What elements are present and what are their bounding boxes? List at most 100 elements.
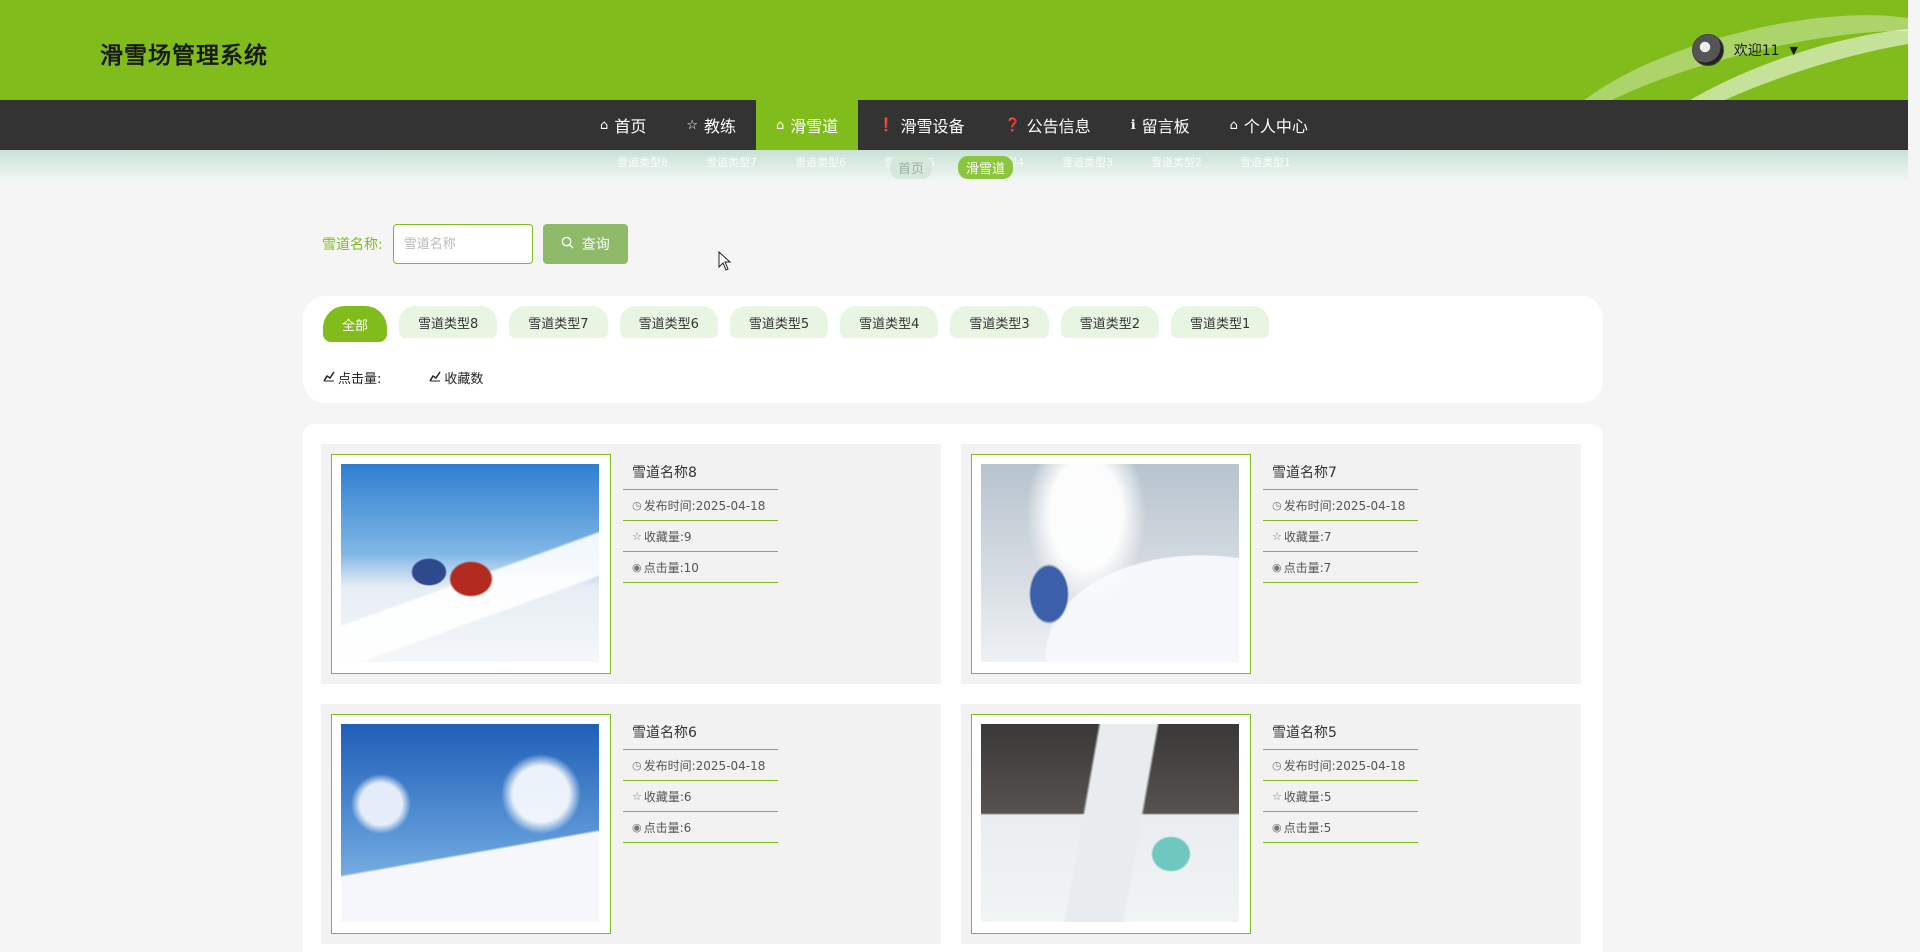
bag-icon: ⌂ <box>776 117 785 133</box>
sort-label: 收藏数 <box>444 372 484 387</box>
home-icon: ⌂ <box>1229 117 1238 133</box>
nav-item-ski-trail[interactable]: ⌂ 滑雪道 <box>756 100 859 150</box>
trail-card: 雪道名称5 ◷ 发布时间:2025-04-18 ☆ 收藏量:5 ◉ 点击量:5 <box>961 704 1581 944</box>
welcome-text[interactable]: 欢迎11 <box>1734 40 1780 60</box>
search-button[interactable]: 查询 <box>542 224 628 264</box>
tab-type-3[interactable]: 雪道类型3 <box>950 306 1049 338</box>
click-count-text: 点击量:7 <box>1283 561 1332 575</box>
nav-item-label: 滑雪设备 <box>900 117 965 136</box>
eye-icon: ◉ <box>1272 821 1282 834</box>
trail-name[interactable]: 雪道名称5 <box>1263 718 1418 750</box>
click-count: ◉ 点击量:10 <box>623 552 778 583</box>
nav-item-label: 个人中心 <box>1243 117 1308 136</box>
trail-list: 雪道名称8 ◷ 发布时间:2025-04-18 ☆ 收藏量:9 ◉ 点击量:10 雪道… <box>303 424 1603 952</box>
trail-image-frame[interactable] <box>331 714 611 934</box>
tab-type-6[interactable]: 雪道类型6 <box>619 306 718 338</box>
type-tabs: 全部 雪道类型8 雪道类型7 雪道类型6 雪道类型5 雪道类型4 雪道类型3 雪… <box>323 306 1270 342</box>
ghost-type: 雪道类型8 <box>617 156 668 169</box>
trail-info: 雪道名称8 ◷ 发布时间:2025-04-18 ☆ 收藏量:9 ◉ 点击量:10 <box>623 458 778 583</box>
trail-name[interactable]: 雪道名称6 <box>623 718 778 750</box>
favorite-count-text: 收藏量:6 <box>643 790 692 804</box>
tab-type-8[interactable]: 雪道类型8 <box>399 306 498 338</box>
sort-by-favorites[interactable]: 收藏数 <box>429 368 483 387</box>
tab-type-4[interactable]: 雪道类型4 <box>840 306 939 338</box>
favorite-count: ☆ 收藏量:5 <box>1263 781 1418 812</box>
trail-image-frame[interactable] <box>971 454 1251 674</box>
trail-info: 雪道名称6 ◷ 发布时间:2025-04-18 ☆ 收藏量:6 ◉ 点击量:6 <box>623 718 778 843</box>
publish-time-text: 发布时间:2025-04-18 <box>1283 759 1406 773</box>
ghost-type: 雪道类型6 <box>795 156 846 169</box>
star-icon: ☆ <box>686 117 698 133</box>
click-count-text: 点击量:5 <box>1283 821 1332 835</box>
nav-item-label: 教练 <box>703 117 736 136</box>
tab-type-7[interactable]: 雪道类型7 <box>509 306 608 338</box>
publish-time: ◷ 发布时间:2025-04-18 <box>1263 490 1418 521</box>
trail-card: 雪道名称6 ◷ 发布时间:2025-04-18 ☆ 收藏量:6 ◉ 点击量:6 <box>321 704 941 944</box>
nav-item-home[interactable]: ⌂ 首页 <box>580 100 666 150</box>
ghost-type: 雪道类型3 <box>1062 156 1113 169</box>
nav-item-profile[interactable]: ⌂ 个人中心 <box>1210 100 1328 150</box>
ghost-type: 雪道类型7 <box>706 156 757 169</box>
clock-icon: ◷ <box>632 499 642 512</box>
trail-image <box>981 464 1239 662</box>
nav-item-label: 首页 <box>614 117 647 136</box>
chevron-down-icon[interactable]: ▼ <box>1790 44 1798 57</box>
trail-image-frame[interactable] <box>971 714 1251 934</box>
star-icon: ☆ <box>1272 790 1282 803</box>
main-nav: ⌂ 首页 ☆ 教练 ⌂ 滑雪道 ❗ 滑雪设备 ❓ 公告信息 ℹ 留言板 ⌂ 个人… <box>0 100 1908 150</box>
trail-image-frame[interactable] <box>331 454 611 674</box>
avatar[interactable] <box>1691 34 1724 66</box>
nav-item-coach[interactable]: ☆ 教练 <box>666 100 756 150</box>
search-button-label: 查询 <box>581 237 610 253</box>
tab-all[interactable]: 全部 <box>323 306 388 342</box>
search-label: 雪道名称: <box>322 237 383 253</box>
trail-card: 雪道名称8 ◷ 发布时间:2025-04-18 ☆ 收藏量:9 ◉ 点击量:10 <box>321 444 941 684</box>
search-bar: 雪道名称: 查询 <box>322 224 628 264</box>
star-icon: ☆ <box>632 530 642 543</box>
clock-icon: ◷ <box>1272 759 1282 772</box>
trail-info: 雪道名称7 ◷ 发布时间:2025-04-18 ☆ 收藏量:7 ◉ 点击量:7 <box>1263 458 1418 583</box>
click-count: ◉ 点击量:7 <box>1263 552 1418 583</box>
chart-icon <box>323 371 335 385</box>
trail-name[interactable]: 雪道名称8 <box>623 458 778 490</box>
chart-icon <box>429 371 442 385</box>
sort-label: 点击量: <box>338 372 382 387</box>
sort-by-clicks[interactable]: 点击量: <box>323 368 381 387</box>
breadcrumb-home[interactable]: 首页 <box>890 156 933 179</box>
nav-item-notice[interactable]: ❓ 公告信息 <box>984 100 1110 150</box>
ghost-type: 雪道类型2 <box>1151 156 1202 169</box>
breadcrumb-band: 雪道类型8 雪道类型7 雪道类型6 雪道类型5 雪道类型4 雪道类型3 雪道类型… <box>0 150 1908 182</box>
click-count: ◉ 点击量:5 <box>1263 812 1418 843</box>
site-title: 滑雪场管理系统 <box>100 43 268 69</box>
breadcrumb: 首页 滑雪道 <box>890 156 1014 179</box>
tab-type-5[interactable]: 雪道类型5 <box>729 306 829 338</box>
ghost-type: 雪道类型1 <box>1240 156 1291 169</box>
favorite-count: ☆ 收藏量:7 <box>1263 521 1418 552</box>
user-menu[interactable]: 欢迎11 ▼ <box>1691 34 1798 66</box>
nav-item-message-board[interactable]: ℹ 留言板 <box>1111 100 1210 150</box>
info-icon: ℹ <box>1130 117 1136 133</box>
trail-image <box>981 724 1239 922</box>
nav-item-equipment[interactable]: ❗ 滑雪设备 <box>858 100 984 150</box>
nav-item-label: 滑雪道 <box>790 117 839 136</box>
eye-icon: ◉ <box>1272 561 1282 574</box>
trail-card: 雪道名称7 ◷ 发布时间:2025-04-18 ☆ 收藏量:7 ◉ 点击量:7 <box>961 444 1581 684</box>
filter-panel: 全部 雪道类型8 雪道类型7 雪道类型6 雪道类型5 雪道类型4 雪道类型3 雪… <box>303 296 1603 403</box>
alert-icon: ❗ <box>878 117 895 133</box>
home-icon: ⌂ <box>600 117 609 133</box>
question-icon: ❓ <box>1004 117 1021 133</box>
header: 滑雪场管理系统 欢迎11 ▼ <box>0 0 1908 100</box>
tab-type-2[interactable]: 雪道类型2 <box>1060 306 1159 338</box>
clock-icon: ◷ <box>1272 499 1282 512</box>
publish-time: ◷ 发布时间:2025-04-18 <box>623 750 778 781</box>
favorite-count-text: 收藏量:9 <box>643 530 692 544</box>
trail-image <box>341 464 599 662</box>
favorite-count-text: 收藏量:7 <box>1283 530 1332 544</box>
search-input[interactable] <box>392 224 533 264</box>
nav-item-label: 留言板 <box>1141 117 1190 136</box>
eye-icon: ◉ <box>632 561 642 574</box>
tab-type-1[interactable]: 雪道类型1 <box>1170 306 1270 338</box>
trail-name[interactable]: 雪道名称7 <box>1263 458 1418 490</box>
star-icon: ☆ <box>632 790 642 803</box>
publish-time: ◷ 发布时间:2025-04-18 <box>1263 750 1418 781</box>
